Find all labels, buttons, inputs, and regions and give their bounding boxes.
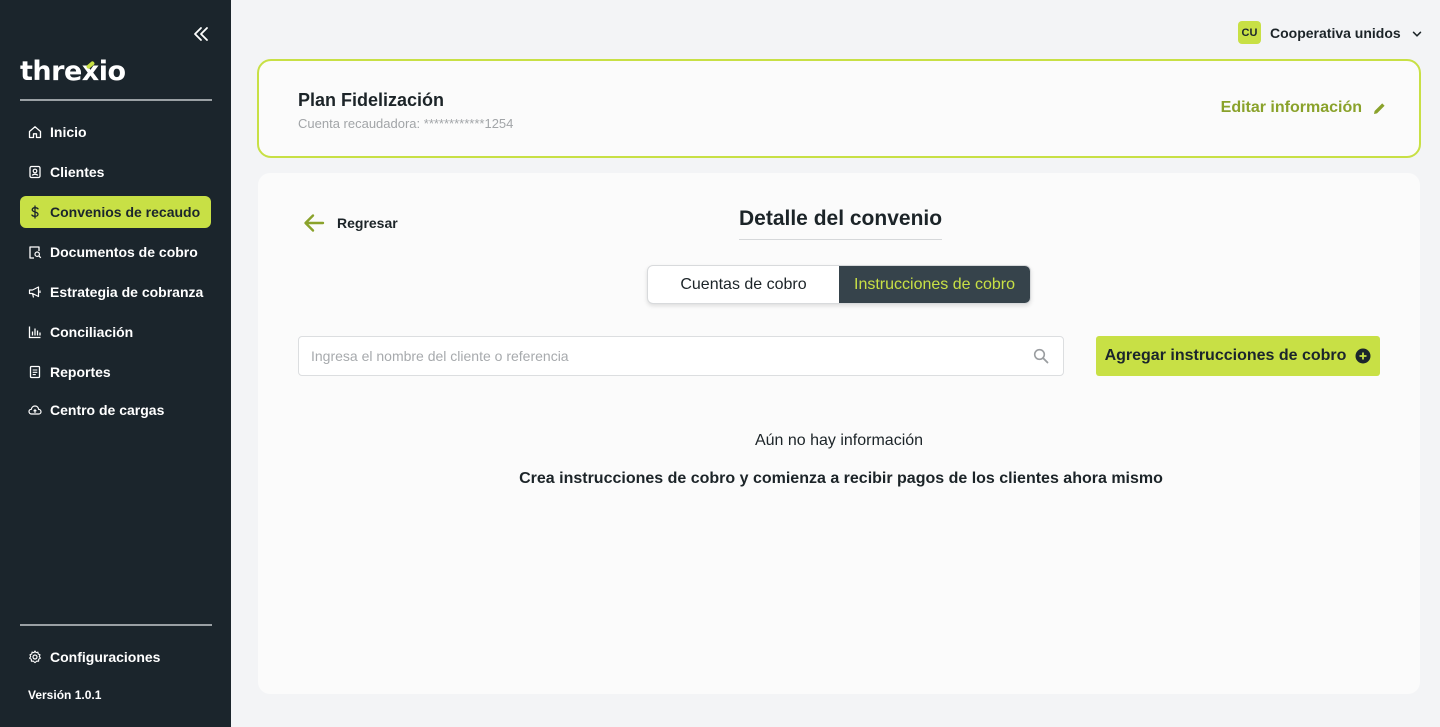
user-menu[interactable]: CU Cooperativa unidos bbox=[1238, 21, 1423, 44]
sidebar-item-label: Reportes bbox=[50, 364, 111, 380]
avatar: CU bbox=[1238, 21, 1261, 44]
megaphone-icon bbox=[28, 285, 42, 299]
pencil-icon bbox=[1372, 101, 1387, 116]
collapse-sidebar-icon[interactable] bbox=[190, 24, 212, 44]
page-title: Detalle del convenio bbox=[739, 207, 943, 240]
search-icon[interactable] bbox=[1033, 348, 1049, 364]
app-version: Versión 1.0.1 bbox=[28, 688, 102, 702]
organization-name: Cooperativa unidos bbox=[1270, 24, 1401, 41]
sidebar-item-conciliacion[interactable]: Conciliación bbox=[20, 316, 211, 348]
report-icon bbox=[28, 365, 42, 379]
plan-title: Plan Fidelización bbox=[298, 90, 445, 110]
sidebar-item-centro-cargas[interactable]: Centro de cargas bbox=[20, 394, 211, 426]
arrow-left-icon bbox=[302, 211, 326, 235]
sidebar-divider bbox=[20, 624, 212, 626]
threxio-logo: threxio bbox=[20, 56, 126, 87]
bar-chart-icon bbox=[28, 325, 42, 339]
search-input[interactable] bbox=[299, 337, 999, 375]
sidebar-item-label: Clientes bbox=[50, 164, 105, 180]
add-button-label: Agregar instrucciones de cobro bbox=[1104, 347, 1347, 364]
plus-circle-icon bbox=[1355, 348, 1371, 364]
sidebar-item-label: Documentos de cobro bbox=[50, 244, 198, 260]
tabs: Cuentas de cobro Instrucciones de cobro bbox=[647, 265, 1031, 304]
home-icon bbox=[28, 125, 42, 139]
add-instructions-button[interactable]: Agregar instrucciones de cobro bbox=[1096, 336, 1380, 376]
sidebar-item-documentos[interactable]: Documentos de cobro bbox=[20, 236, 211, 268]
collection-account: Cuenta recaudadora: ************1254 bbox=[298, 116, 514, 131]
sidebar-item-estrategia[interactable]: Estrategia de cobranza bbox=[20, 276, 211, 308]
sidebar-item-clientes[interactable]: Clientes bbox=[20, 156, 211, 188]
empty-state-title: Aún no hay información bbox=[754, 432, 924, 449]
contact-icon bbox=[28, 165, 42, 179]
plan-info-card: Plan Fidelización Cuenta recaudadora: **… bbox=[257, 59, 1421, 158]
sidebar-settings: Configuraciones bbox=[20, 641, 211, 681]
dollar-icon bbox=[28, 205, 42, 219]
edit-info-button[interactable]: Editar información bbox=[1221, 99, 1387, 117]
cloud-upload-icon bbox=[28, 403, 42, 417]
sidebar-item-configuraciones[interactable]: Configuraciones bbox=[20, 641, 211, 673]
sidebar-item-inicio[interactable]: Inicio bbox=[20, 116, 211, 148]
document-search-icon bbox=[28, 245, 42, 259]
agreement-detail-card: Regresar Detalle del convenio Cuentas de… bbox=[258, 173, 1420, 694]
search-box bbox=[298, 336, 1064, 376]
sidebar-divider bbox=[20, 99, 212, 101]
sidebar-item-convenios[interactable]: Convenios de recaudo bbox=[20, 196, 211, 228]
sidebar: threxio Inicio Clientes Convenios de rec… bbox=[0, 0, 231, 727]
sidebar-item-label: Conciliación bbox=[50, 324, 134, 340]
sidebar-item-label: Convenios de recaudo bbox=[50, 204, 201, 220]
sidebar-item-reportes[interactable]: Reportes bbox=[20, 356, 211, 388]
edit-label: Editar información bbox=[1220, 99, 1362, 116]
sidebar-item-label: Inicio bbox=[50, 124, 87, 140]
back-label: Regresar bbox=[337, 215, 398, 231]
gear-icon bbox=[28, 650, 42, 664]
sidebar-nav: Inicio Clientes Convenios de recaudo Doc… bbox=[20, 116, 211, 434]
tab-cuentas-de-cobro[interactable]: Cuentas de cobro bbox=[648, 266, 839, 303]
tab-instrucciones-de-cobro[interactable]: Instrucciones de cobro bbox=[839, 266, 1030, 303]
chevron-down-icon bbox=[1411, 27, 1423, 39]
settings-label: Configuraciones bbox=[50, 649, 161, 665]
sidebar-item-label: Centro de cargas bbox=[50, 402, 165, 418]
empty-state-message: Crea instrucciones de cobro y comienza a… bbox=[519, 470, 1163, 487]
sidebar-item-label: Estrategia de cobranza bbox=[50, 284, 204, 300]
back-button[interactable]: Regresar bbox=[302, 211, 398, 235]
